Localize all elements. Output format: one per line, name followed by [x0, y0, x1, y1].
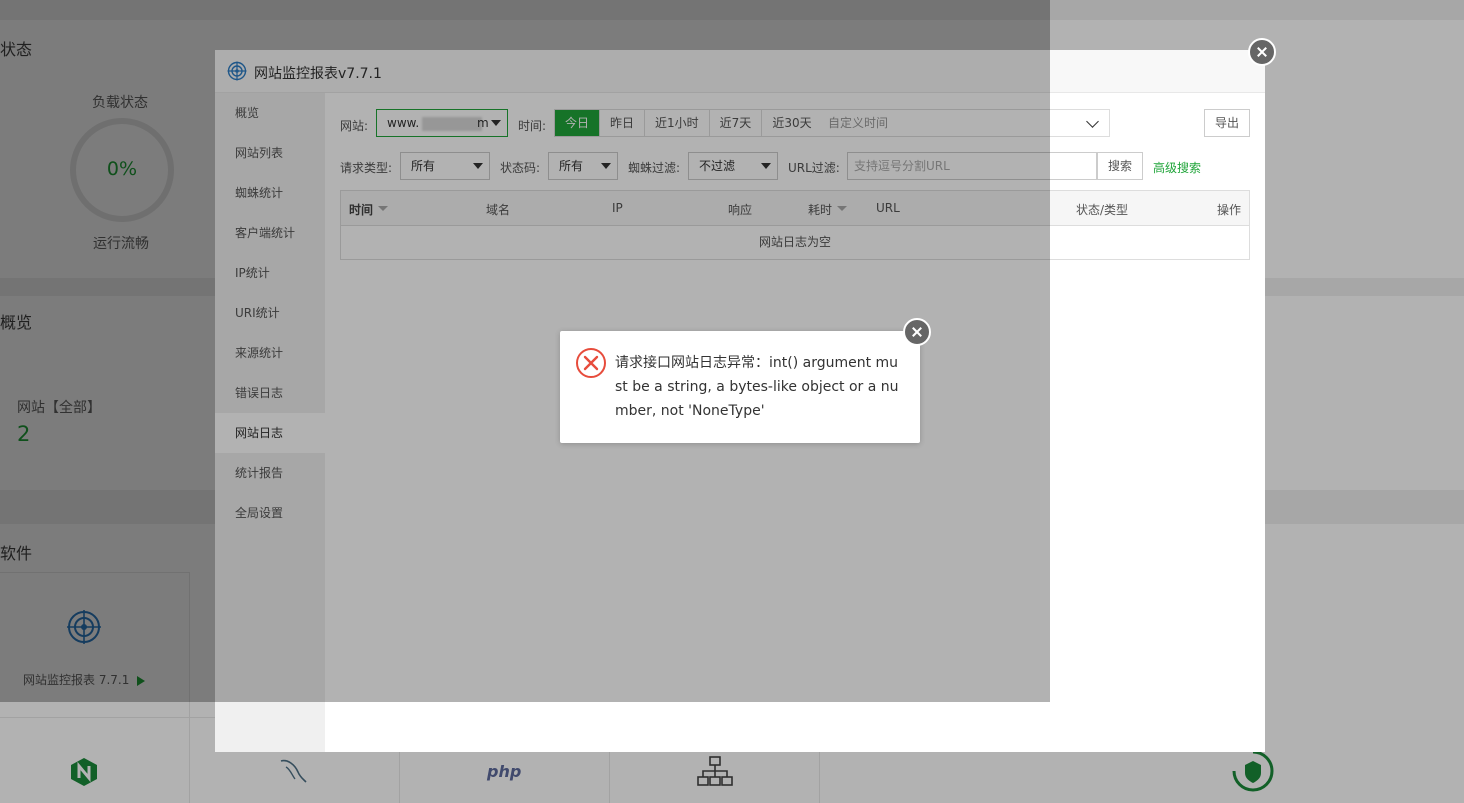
error-icon: [576, 348, 606, 378]
column-header-status-type: 状态/类型: [1076, 203, 1129, 217]
export-button[interactable]: 导出: [1204, 109, 1250, 137]
advanced-search-link[interactable]: 高级搜索: [1153, 159, 1201, 176]
column-header-actions: 操作: [1217, 203, 1242, 217]
error-message: 请求接口网站日志异常：int() argument must be a stri…: [615, 355, 899, 419]
search-button[interactable]: 搜索: [1097, 152, 1143, 180]
error-close-button[interactable]: [903, 318, 931, 346]
error-dialog: 请求接口网站日志异常：int() argument must be a stri…: [560, 331, 920, 443]
plugin-close-button[interactable]: [1248, 38, 1276, 66]
chevron-down-icon: [1086, 115, 1099, 128]
